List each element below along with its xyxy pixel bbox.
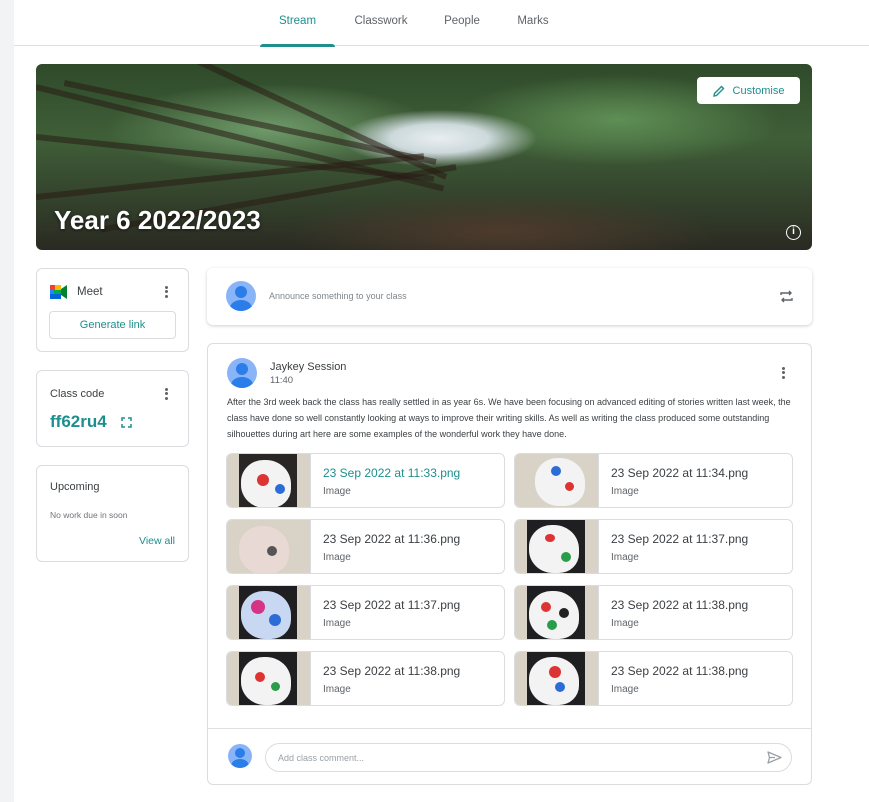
attachment-title: 23 Sep 2022 at 11:36.png: [323, 532, 461, 546]
attachment-card[interactable]: 23 Sep 2022 at 11:38.png Image: [514, 585, 793, 640]
fullscreen-icon[interactable]: [121, 417, 132, 428]
class-code-more-icon[interactable]: [160, 386, 172, 402]
attachment-card[interactable]: 23 Sep 2022 at 11:38.png Image: [226, 651, 505, 706]
attachment-card[interactable]: 23 Sep 2022 at 11:33.png Image: [226, 453, 505, 508]
attachment-card[interactable]: 23 Sep 2022 at 11:37.png Image: [226, 585, 505, 640]
attachment-type: Image: [611, 552, 639, 563]
google-meet-icon: [50, 285, 67, 299]
attachment-title: 23 Sep 2022 at 11:38.png: [323, 664, 461, 678]
generate-link-button[interactable]: Generate link: [49, 311, 176, 339]
tab-stream[interactable]: Stream: [260, 4, 335, 47]
stream-post: Jaykey Session 11:40 After the 3rd week …: [207, 343, 812, 785]
post-author: Jaykey Session: [270, 361, 347, 373]
attachment-card[interactable]: 23 Sep 2022 at 11:37.png Image: [514, 519, 793, 574]
announce-placeholder: Announce something to your class: [269, 291, 407, 301]
meet-card: Meet Generate link: [36, 268, 189, 352]
view-all-link[interactable]: View all: [139, 535, 175, 547]
attachment-title: 23 Sep 2022 at 11:38.png: [611, 664, 749, 678]
attachment-type: Image: [323, 486, 351, 497]
upcoming-label: Upcoming: [50, 481, 100, 493]
customise-label: Customise: [732, 84, 785, 97]
meet-more-icon[interactable]: [160, 284, 172, 300]
attachment-title: 23 Sep 2022 at 11:37.png: [611, 532, 749, 546]
class-banner: Year 6 2022/2023 Customise i: [36, 64, 812, 250]
banner-trunk: [63, 80, 437, 165]
post-divider: [208, 728, 811, 729]
attachment-title: 23 Sep 2022 at 11:34.png: [611, 466, 749, 480]
attachment-type: Image: [611, 684, 639, 695]
attachment-card[interactable]: 23 Sep 2022 at 11:38.png Image: [514, 651, 793, 706]
attachment-card[interactable]: 23 Sep 2022 at 11:36.png Image: [226, 519, 505, 574]
announce-box[interactable]: Announce something to your class: [207, 268, 812, 325]
tab-people[interactable]: People: [434, 4, 490, 46]
attachment-type: Image: [323, 552, 351, 563]
classroom-page: Stream Classwork People Marks Year 6 202…: [14, 0, 869, 802]
post-body: After the 3rd week back the class has re…: [227, 397, 791, 439]
attachment-thumbnail: [227, 520, 311, 573]
customise-button[interactable]: Customise: [697, 77, 800, 104]
attachment-title: 23 Sep 2022 at 11:33.png: [323, 466, 461, 480]
attachment-thumbnail: [515, 454, 599, 507]
pencil-icon: [712, 85, 725, 97]
post-time: 11:40: [270, 375, 294, 386]
attachment-thumbnail: [515, 586, 599, 639]
class-comment-input[interactable]: [265, 743, 792, 772]
class-code-label: Class code: [50, 388, 105, 400]
upcoming-empty-text: No work due in soon: [50, 510, 128, 520]
post-more-icon[interactable]: [777, 365, 789, 381]
attachment-thumbnail: [227, 586, 311, 639]
info-icon[interactable]: i: [786, 225, 801, 240]
attachment-thumbnail: [515, 520, 599, 573]
attachment-thumbnail: [515, 652, 599, 705]
send-icon[interactable]: [767, 751, 782, 764]
repost-icon[interactable]: [779, 289, 794, 304]
attachment-card[interactable]: 23 Sep 2022 at 11:34.png Image: [514, 453, 793, 508]
attachment-title: 23 Sep 2022 at 11:37.png: [323, 598, 461, 612]
tab-bar: Stream Classwork People Marks: [14, 4, 869, 47]
upcoming-card: Upcoming No work due in soon View all: [36, 465, 189, 562]
user-avatar: [226, 281, 256, 311]
tab-marks[interactable]: Marks: [508, 4, 558, 46]
attachment-thumbnail: [227, 652, 311, 705]
class-code-value: ff62ru4: [50, 412, 107, 431]
attachment-type: Image: [323, 618, 351, 629]
class-code-card: Class code ff62ru4: [36, 370, 189, 447]
author-avatar: [227, 358, 257, 388]
attachment-thumbnail: [227, 454, 311, 507]
meet-label: Meet: [77, 286, 103, 298]
attachment-type: Image: [611, 618, 639, 629]
class-title: Year 6 2022/2023: [54, 205, 261, 235]
attachment-title: 23 Sep 2022 at 11:38.png: [611, 598, 749, 612]
tab-classwork[interactable]: Classwork: [346, 4, 416, 46]
commenter-avatar: [228, 744, 252, 768]
attachment-type: Image: [611, 486, 639, 497]
attachment-type: Image: [323, 684, 351, 695]
